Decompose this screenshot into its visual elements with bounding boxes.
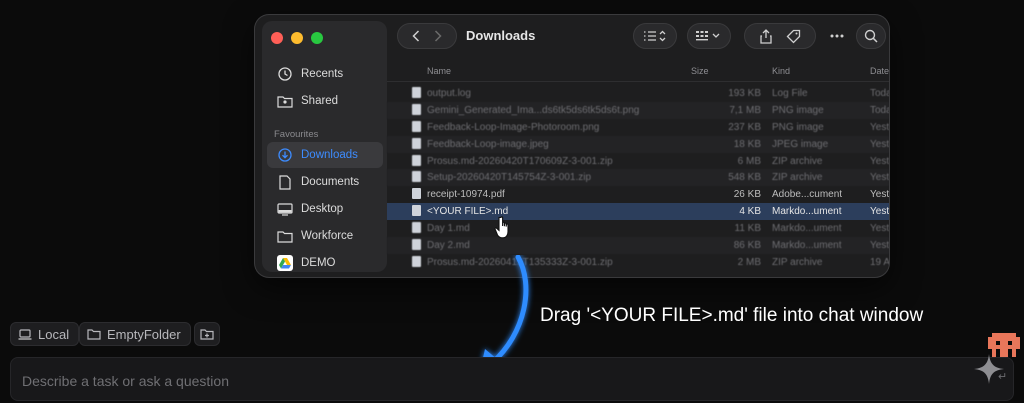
desktop-icon [277,201,293,217]
zoom-window-button[interactable] [311,32,323,44]
hand-cursor-icon [494,216,509,239]
forward-button[interactable] [434,30,442,42]
column-name[interactable]: Name [427,66,451,76]
sidebar-item-demo[interactable]: DEMO [267,250,383,276]
folder-chip[interactable]: EmptyFolder [79,322,191,346]
window-title: Downloads [466,28,536,43]
file-icon [412,87,421,98]
zip-file-icon [412,154,421,166]
folder-icon [87,328,101,340]
sidebar-item-label: Recents [301,68,344,80]
close-window-button[interactable] [271,32,283,44]
shared-folder-icon [277,93,293,109]
pdf-file-icon [412,188,421,200]
finder-window: Recents Shared Favourites Downloads Docu… [255,15,889,277]
window-controls [271,32,323,44]
more-actions-button[interactable] [819,23,855,49]
file-list-header: Name Size Kind Date [387,63,889,82]
finder-toolbar: Downloads [387,15,889,57]
image-file-icon [412,103,421,115]
sidebar-item-label: Downloads [301,149,358,161]
sidebar-item-label: Documents [301,176,360,188]
folder-icon [277,228,293,244]
markdown-file-icon [412,239,421,251]
share-icon [759,28,772,44]
file-list: output.log 193 KB Log File Toda Gemini_Gene… [387,85,889,271]
image-file-icon [412,137,421,149]
clock-icon [277,66,293,82]
google-drive-icon [277,255,293,271]
file-row[interactable]: Setup-20260420T145754Z-3-001.zip 548 KB ZI… [387,169,889,187]
tag-icon [786,29,800,43]
file-row[interactable]: Day 1.md 11 KB Markdo...ument Yest [387,220,889,237]
group-by-button[interactable] [687,23,731,49]
share-button[interactable] [759,28,772,44]
sidebar-item-label: Workforce [301,230,354,242]
minimize-window-button[interactable] [291,32,303,44]
file-row[interactable]: Prosus.md-20260420T170609Z-3-001.zip 6 MB… [387,153,889,170]
download-circle-icon [277,147,293,163]
file-row-selected[interactable]: <YOUR FILE>.md 4 KB Markdo...ument Yest [387,203,889,221]
sidebar-item-shared[interactable]: Shared [267,88,383,114]
local-chip-label: Local [38,326,70,342]
chat-input[interactable] [20,370,924,392]
zip-file-icon [412,255,421,267]
file-row[interactable]: Gemini_Generated_Ima...ds6tk5ds6tk5ds6t.… [387,101,889,119]
chevron-right-icon [434,30,442,42]
file-row[interactable]: Feedback-Loop-Image-Photoroom.png 237 KB P… [387,119,889,136]
folder-plus-icon [200,328,214,340]
finder-sidebar: Recents Shared Favourites Downloads Docu… [262,21,387,272]
view-options-button[interactable] [633,23,677,49]
chat-input-box [10,357,1014,401]
document-icon [277,174,293,190]
file-row[interactable]: Day 2.md 86 KB Markdo...ument Yest [387,237,889,254]
markdown-file-icon [412,222,421,234]
search-icon [864,29,878,43]
column-size[interactable]: Size [691,66,709,76]
markdown-file-icon [412,205,421,217]
search-button[interactable] [856,23,886,49]
add-folder-button[interactable] [194,322,220,346]
sidebar-item-label: Shared [301,95,339,107]
sidebar-section-favourites: Favourites [274,129,319,140]
sidebar-item-label: DEMO [301,257,336,269]
ellipsis-icon [830,34,844,38]
local-chip[interactable]: Local [10,322,80,346]
instruction-text: Drag '<YOUR FILE>.md' file into chat win… [540,305,924,326]
file-row[interactable]: output.log 193 KB Log File Toda [387,85,889,102]
tags-button[interactable] [786,29,801,44]
laptop-icon [18,328,32,340]
sidebar-item-recents[interactable]: Recents [267,61,383,87]
column-date[interactable]: Date [870,66,889,76]
sidebar-item-label: Desktop [301,203,344,215]
enter-key-icon[interactable]: ↵ [998,370,1007,383]
file-row[interactable]: receipt-10974.pdf 26 KB Adobe...cument Yest [387,186,889,203]
folder-chip-label: EmptyFolder [107,326,181,342]
image-file-icon [412,120,421,132]
sidebar-item-workforce[interactable]: Workforce [267,223,383,249]
zip-file-icon [412,171,421,183]
back-button[interactable] [412,30,420,42]
sidebar-item-downloads[interactable]: Downloads [267,142,383,168]
share-tags-group [744,23,816,49]
sidebar-item-documents[interactable]: Documents [267,169,383,195]
back-forward-group [397,23,457,49]
list-view-icon [644,30,666,42]
column-kind[interactable]: Kind [772,66,790,76]
sidebar-item-desktop[interactable]: Desktop [267,196,383,222]
file-row[interactable]: Feedback-Loop-image.jpeg 18 KB JPEG image Y… [387,135,889,153]
grid-group-icon [696,31,720,41]
chevron-left-icon [412,30,420,42]
